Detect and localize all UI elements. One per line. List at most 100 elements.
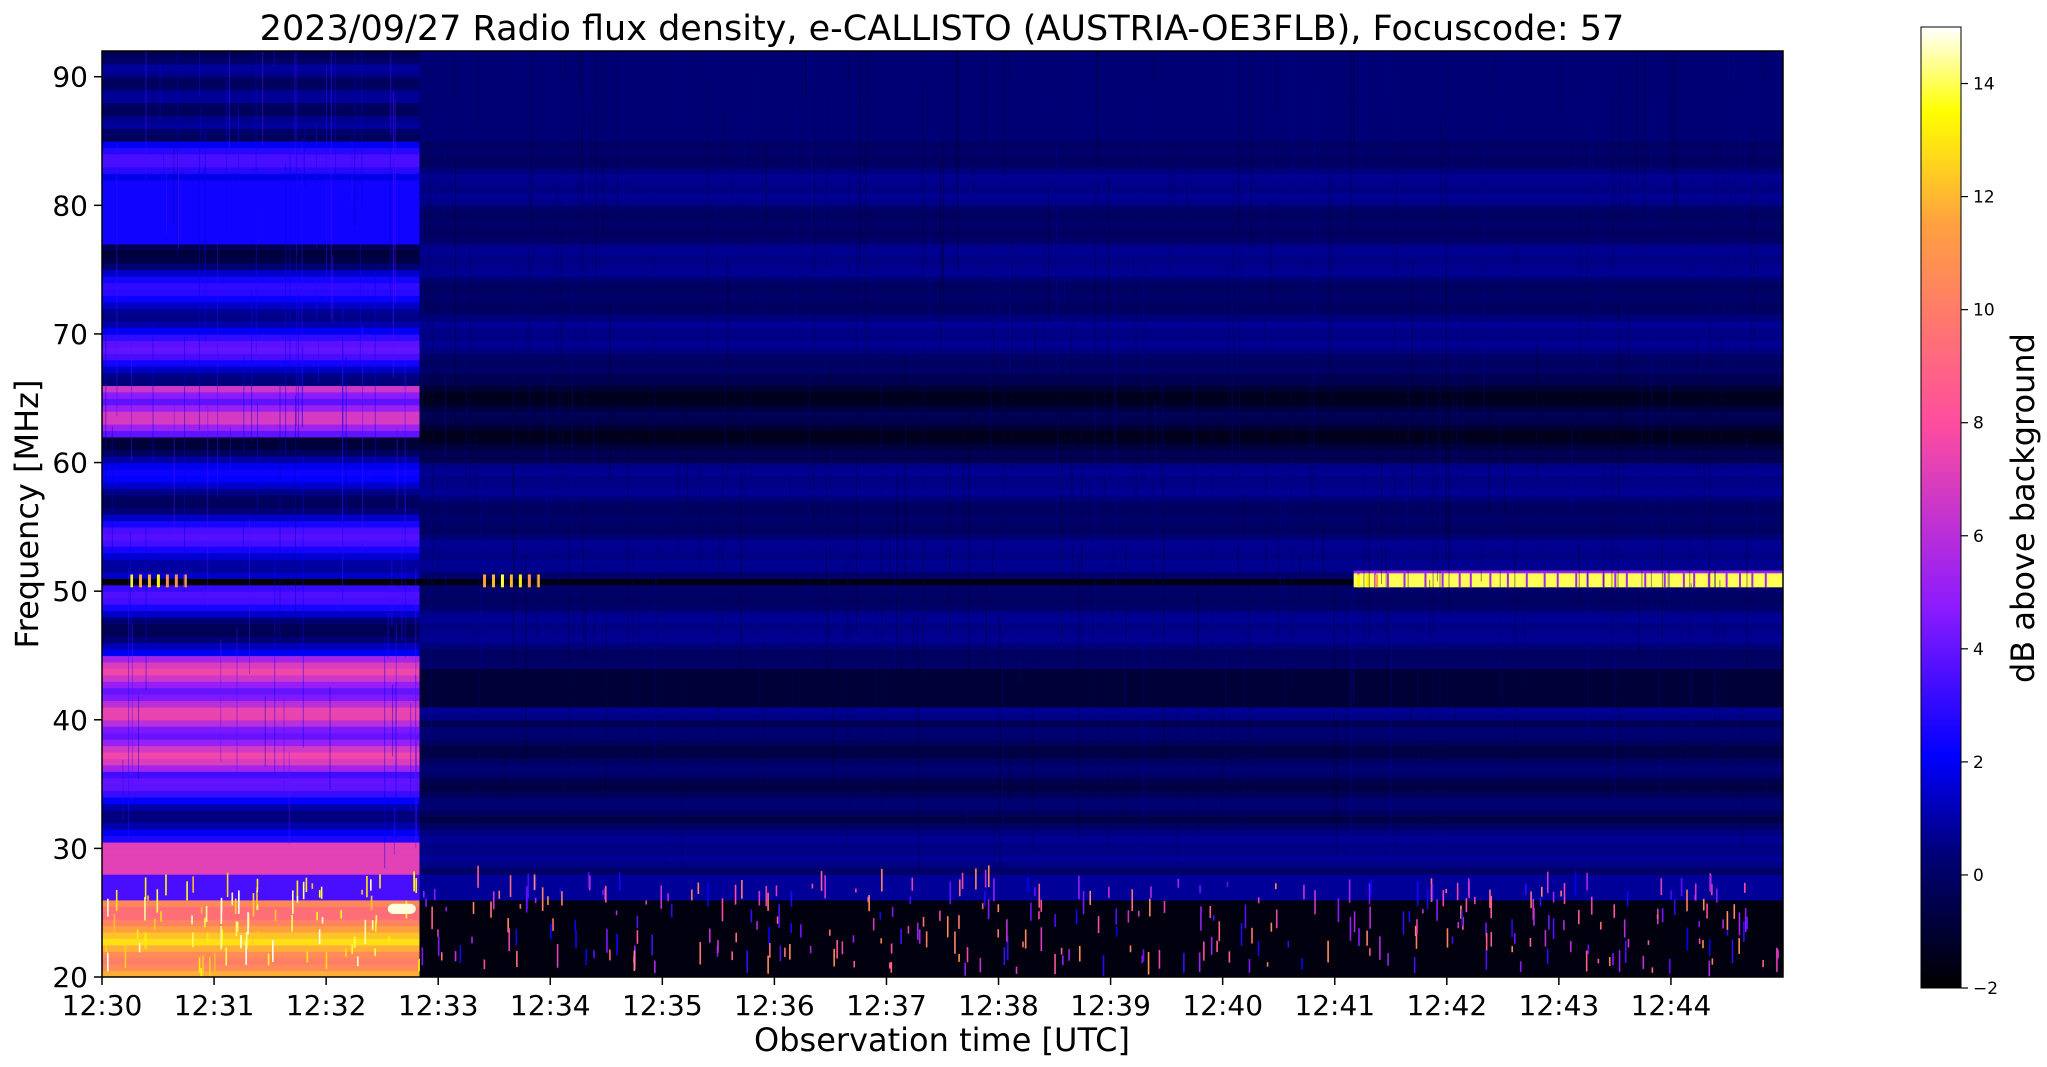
impulse-mark [1490,932,1493,947]
impulse-mark [605,885,607,903]
heat-band-late [419,186,1783,194]
noise-streak [1445,51,1447,306]
noise-streak [1456,333,1458,476]
colorbar-tick-label: 6 [1973,527,1984,547]
impulse-mark [984,869,987,888]
x-tick-label: 12:43 [1519,989,1600,1022]
noise-streak [963,366,965,535]
impulse-mark [636,930,639,944]
noise-streak [204,164,206,255]
heat-band-early [102,301,420,309]
heat-band-early [102,192,420,200]
impulse-mark [775,885,778,897]
noise-streak [288,751,290,845]
impulse-mark [855,888,857,893]
impulse-mark [1670,890,1672,900]
interference-gap [1663,573,1666,588]
impulse-mark [471,936,473,944]
impulse-mark [1115,926,1118,937]
impulse-mark [758,890,761,906]
noise-streak [1754,129,1756,341]
burst-mark [500,574,504,588]
impulse-mark [1738,912,1741,936]
impulse-mark [717,940,719,953]
impulse-mark [209,957,211,976]
impulse-mark [1068,948,1070,961]
noise-streak [296,51,298,256]
noise-streak [1144,254,1146,480]
noise-streak [289,151,291,370]
noise-streak [1668,343,1670,632]
impulse-mark [918,929,921,944]
noise-streak [1001,664,1003,849]
x-tick-label: 12:35 [622,989,703,1022]
impulse-mark [1040,899,1043,912]
heat-band-late [419,886,1783,895]
noise-streak [1124,620,1126,726]
noise-streak [630,130,632,211]
noise-streak [654,195,656,447]
heat-band-early [102,649,420,657]
impulse-mark [311,883,314,889]
impulse-mark [1490,895,1493,919]
x-tick-label: 12:38 [958,989,1039,1022]
noise-streak [601,51,603,138]
impulse-mark [824,875,826,899]
noise-streak [638,587,640,778]
noise-streak [1407,385,1409,628]
heat-band-early [102,366,420,374]
impulse-mark [606,928,608,953]
impulse-mark [388,936,390,942]
impulse-mark [345,948,347,957]
impulse-mark [351,944,353,954]
heat-band-late [419,346,1783,354]
noise-streak [1410,670,1412,721]
heat-band-late [419,166,1783,174]
noise-streak [1714,553,1716,814]
noise-streak [237,106,239,232]
noise-streak [1088,487,1090,531]
noise-streak [938,51,940,59]
colorbar-tick-label: −2 [1973,979,1998,999]
impulse-mark [113,913,116,938]
heat-band-late [419,391,1783,399]
noise-streak [1011,231,1013,473]
impulse-mark [587,872,590,889]
noise-streak [957,51,959,271]
heat-band-early [102,809,420,817]
impulse-mark [256,904,259,910]
noise-streak [1535,384,1537,547]
heat-band-late [419,790,1783,798]
impulse-mark [660,885,663,909]
heat-band-late [419,751,1783,759]
impulse-mark [575,930,577,949]
impulse-mark [1626,890,1629,907]
impulse-mark [853,960,856,968]
noise-streak [1292,577,1294,688]
heat-band-early [102,591,420,599]
impulse-mark [534,897,537,904]
impulse-mark [1698,921,1701,928]
impulse-mark [721,898,724,922]
heat-band-early [102,89,420,97]
noise-streak [262,51,264,145]
noise-streak [556,189,558,366]
heat-band-late [419,398,1783,406]
heat-band-late [419,931,1783,940]
impulse-mark [357,956,359,967]
heat-band-late [419,784,1783,792]
noise-streak [1578,541,1580,608]
heat-band-early [102,912,420,920]
noise-streak [810,51,812,246]
heat-band-early [102,237,420,245]
heat-band-early [102,398,420,406]
noise-streak [404,359,406,530]
impulse-mark [318,929,321,944]
noise-streak [1667,554,1669,601]
impulse-mark [1108,886,1110,898]
noise-streak [1243,635,1245,825]
noise-streak [1308,51,1310,59]
noise-streak [985,580,987,688]
heat-band-early [102,179,420,187]
impulse-mark [1722,919,1724,929]
